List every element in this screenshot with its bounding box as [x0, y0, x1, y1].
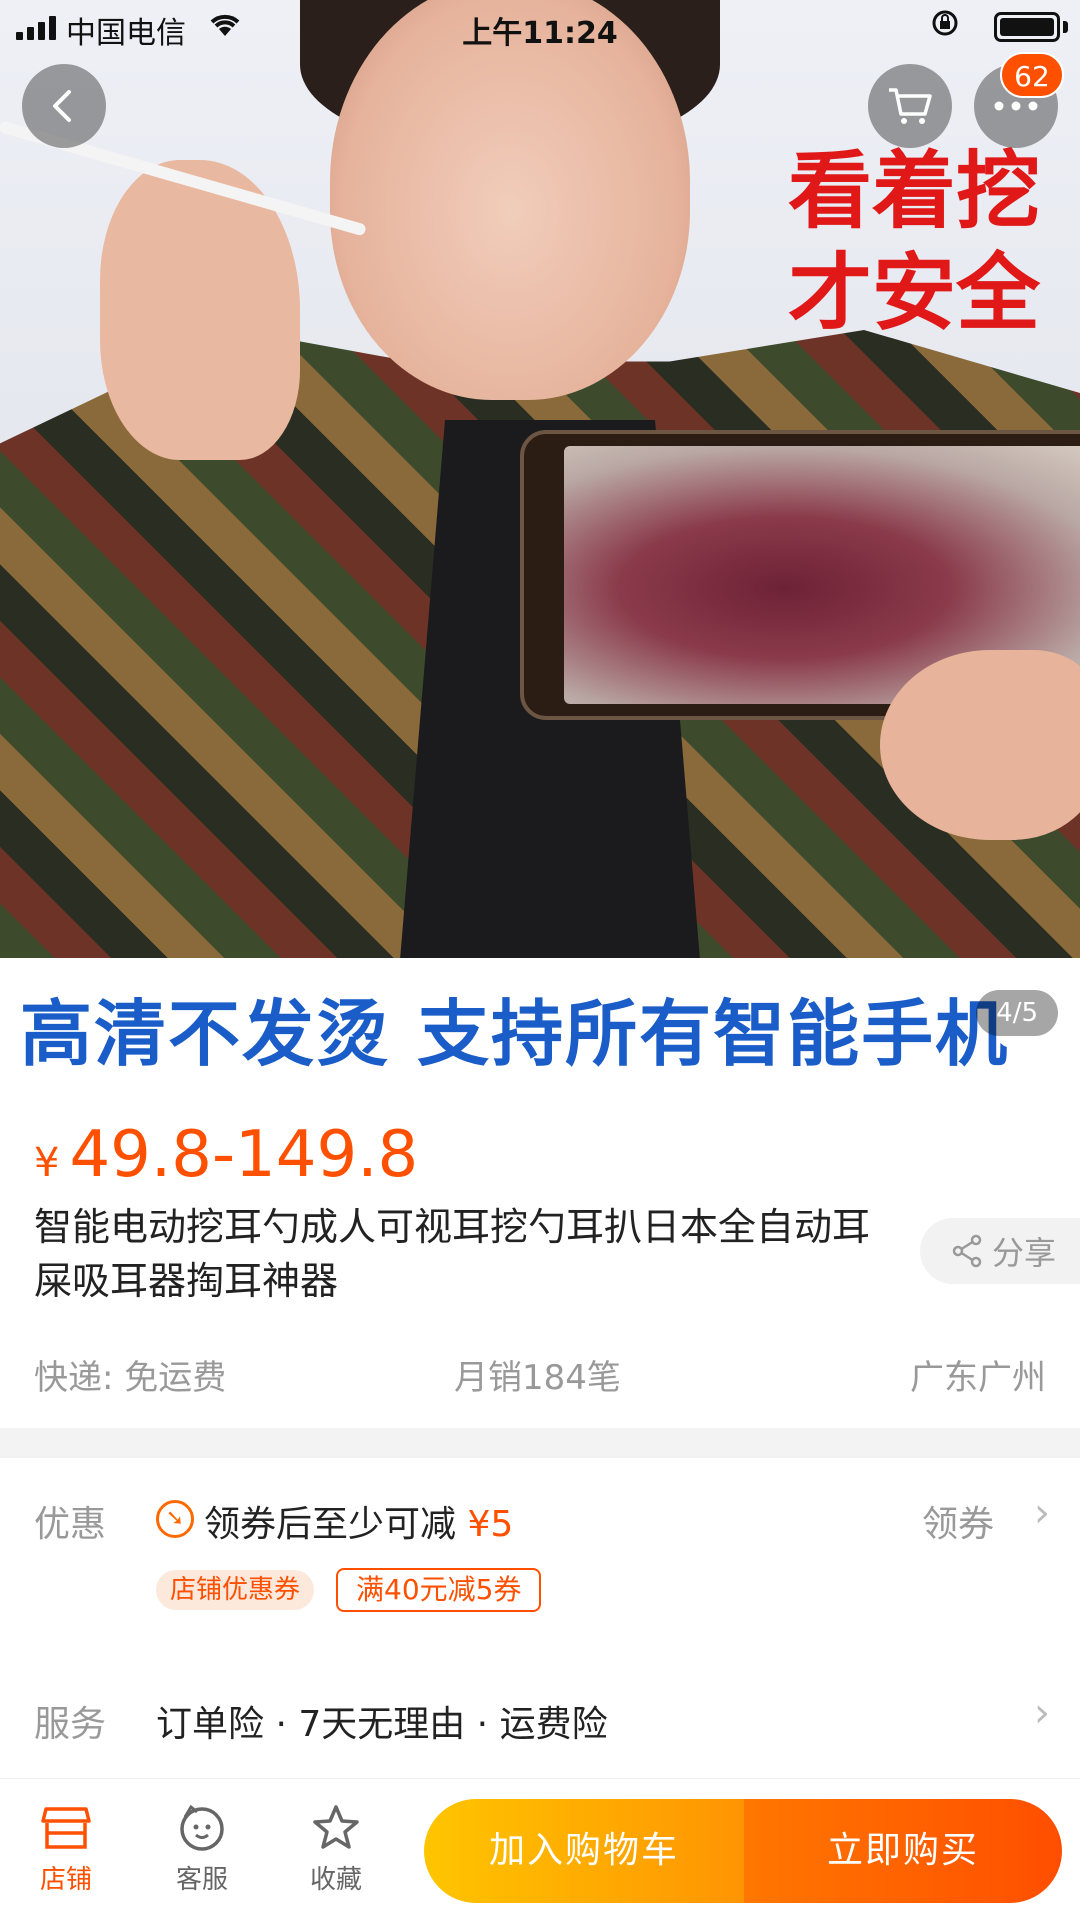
- customer-service-tab[interactable]: 客服: [152, 1797, 252, 1896]
- chevron-left-icon: [53, 90, 71, 122]
- buy-now-button[interactable]: 立即购买: [744, 1799, 1062, 1903]
- favorite-tab[interactable]: 收藏: [286, 1797, 386, 1896]
- image-page-indicator: 4/5: [976, 990, 1058, 1036]
- price-range: 49.8-149.8: [69, 1118, 419, 1192]
- clock: 上午11:24: [462, 16, 618, 51]
- cart-button[interactable]: [868, 64, 952, 148]
- share-label: 分享: [992, 1234, 1057, 1272]
- coupon-icon: ➘: [156, 1500, 194, 1538]
- share-button[interactable]: 分享: [920, 1218, 1080, 1284]
- promo-overlay-text: 看着挖 才安全: [780, 140, 1040, 344]
- chevron-right-icon[interactable]: ›: [1034, 1690, 1050, 1736]
- section-divider: [0, 1428, 1080, 1458]
- promo-line-1: 看着挖: [787, 142, 1040, 240]
- price: ¥ 49.8-149.8: [34, 1118, 418, 1192]
- ship-location: 广东广州: [910, 1358, 1046, 1398]
- message-count-badge: 62: [1000, 52, 1064, 98]
- product-meta-row: 快递: 免运费 月销184笔 广东广州: [34, 1350, 1046, 1398]
- chevron-right-icon[interactable]: ›: [1034, 1490, 1050, 1536]
- promo-label: 优惠: [34, 1504, 107, 1545]
- shop-icon: [41, 1807, 91, 1849]
- cart-icon: [889, 88, 932, 124]
- monthly-sales: 月销184笔: [454, 1358, 621, 1398]
- product-image-carousel[interactable]: 看着挖 才安全 高清不发烫 支持所有智能手机 4/5: [0, 0, 1080, 1070]
- add-to-cart-button[interactable]: 加入购物车: [424, 1799, 744, 1903]
- share-icon: [952, 1234, 982, 1268]
- battery-tip: [1063, 21, 1068, 33]
- back-button[interactable]: [22, 64, 106, 148]
- star-icon: [313, 1805, 359, 1849]
- customer-service-icon: [180, 1804, 224, 1851]
- banner-text: 高清不发烫 支持所有智能手机: [20, 992, 1010, 1070]
- promo-line-2: 才安全: [787, 244, 1040, 342]
- shipping-info: 快递: 免运费: [34, 1358, 227, 1398]
- shop-coupon-tag: 店铺优惠券: [156, 1570, 315, 1610]
- customer-service-label: 客服: [175, 1865, 228, 1895]
- service-items[interactable]: 订单险 · 7天无理由 · 运费险: [156, 1695, 608, 1747]
- promo-amount: ¥5: [467, 1504, 514, 1545]
- more-icon: [994, 101, 1038, 111]
- status-bar: 中国电信 上午11:24: [0, 0, 1080, 56]
- battery-icon: [994, 12, 1060, 42]
- promo-text: 领券后至少可减: [204, 1504, 457, 1545]
- get-coupon-button[interactable]: 领券: [922, 1495, 994, 1547]
- rotation-lock-icon: [930, 8, 960, 46]
- currency-symbol: ¥: [34, 1140, 60, 1186]
- shop-tab[interactable]: 店铺: [16, 1797, 116, 1896]
- bottom-action-bar: 店铺 客服 收藏 加入购物车 立即购买: [0, 1778, 1080, 1920]
- model-face: [330, 0, 690, 400]
- shop-tab-label: 店铺: [39, 1865, 92, 1895]
- service-label: 服务: [34, 1704, 107, 1745]
- coupon-condition-tag[interactable]: 满40元减5券: [336, 1568, 542, 1612]
- promo-description[interactable]: 领券后至少可减 ¥5: [204, 1495, 513, 1547]
- product-title: 智能电动挖耳勺成人可视耳挖勺耳扒日本全自动耳屎吸耳器掏耳神器: [34, 1205, 871, 1303]
- favorite-label: 收藏: [309, 1865, 362, 1895]
